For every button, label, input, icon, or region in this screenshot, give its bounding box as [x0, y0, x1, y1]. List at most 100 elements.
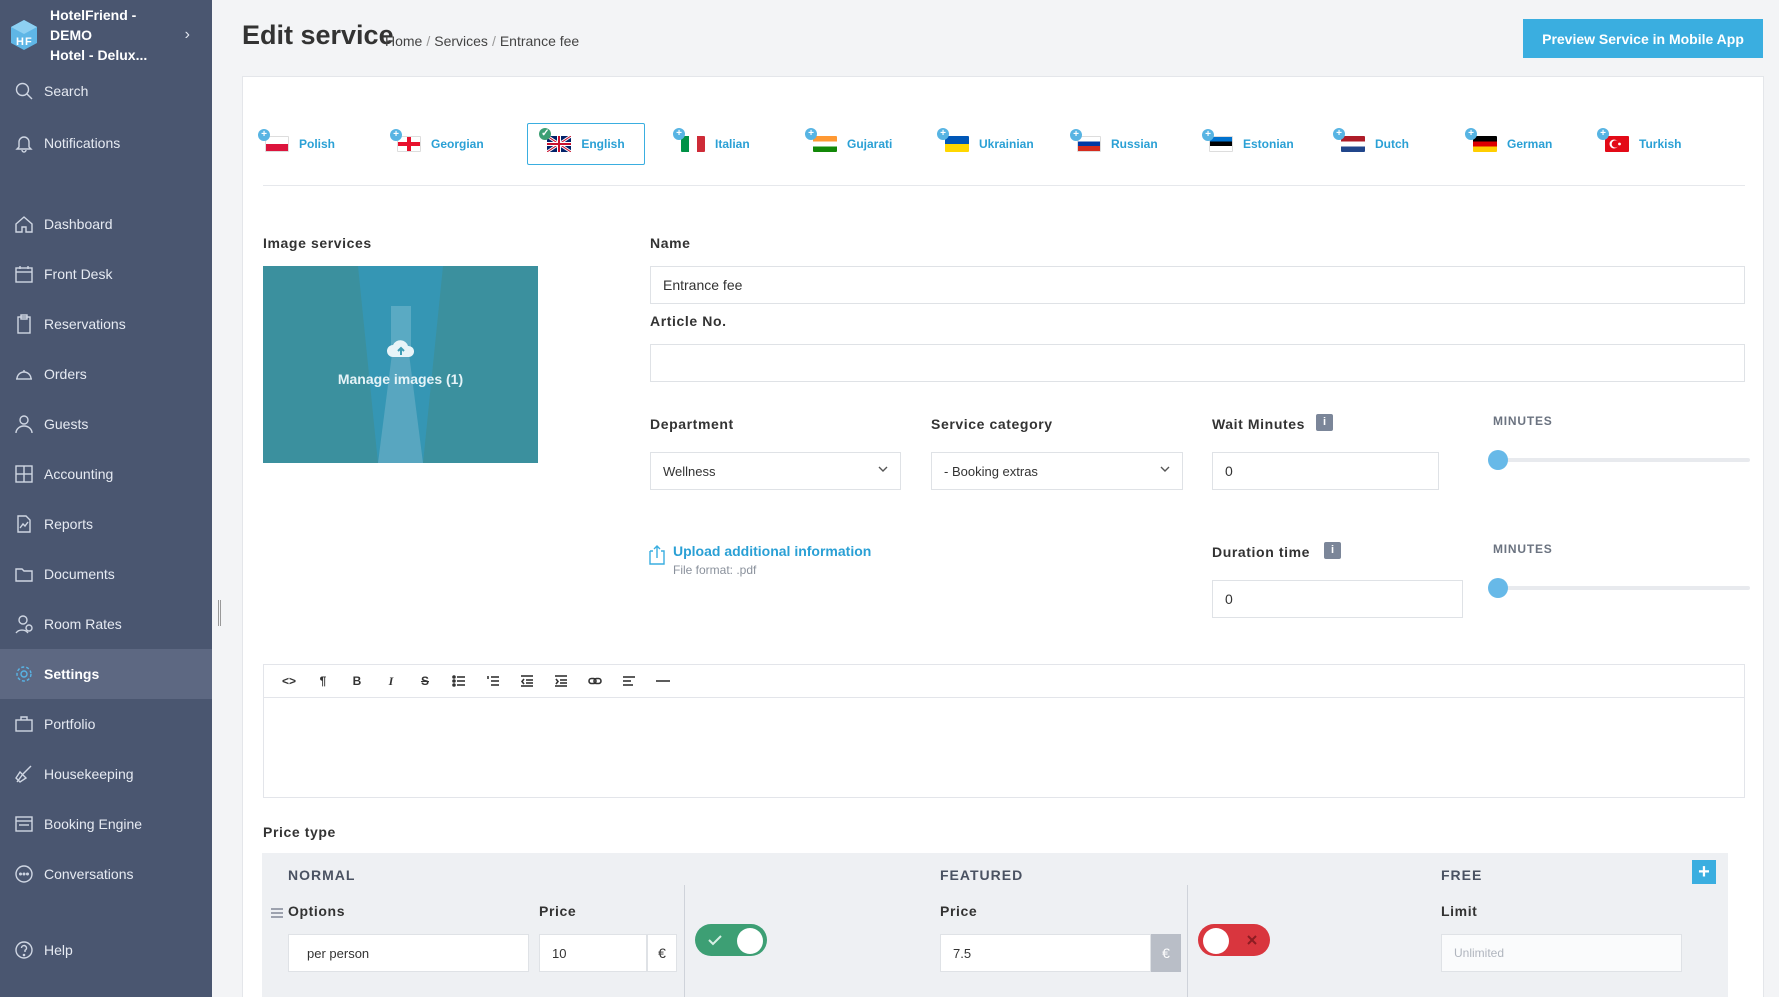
- editor-content-area[interactable]: [264, 698, 1744, 797]
- flag-uk-icon: ✓: [539, 128, 572, 152]
- align-button[interactable]: [612, 669, 646, 693]
- sidebar-item-dashboard[interactable]: Dashboard: [0, 199, 212, 249]
- italic-button[interactable]: I: [374, 669, 408, 693]
- chevron-down-icon: [1160, 466, 1170, 472]
- department-select[interactable]: Wellness: [650, 452, 901, 490]
- tab-label: English: [581, 137, 625, 151]
- horizontal-rule-button[interactable]: [646, 669, 680, 693]
- numbered-list-button[interactable]: [476, 669, 510, 693]
- limit-input[interactable]: Unlimited: [1441, 934, 1682, 972]
- sidebar-item-housekeeping[interactable]: Housekeeping: [0, 749, 212, 799]
- sidebar-item-accounting[interactable]: Accounting: [0, 449, 212, 499]
- svg-text:H: H: [16, 36, 24, 48]
- upload-additional-info-link[interactable]: Upload additional information: [673, 543, 871, 559]
- tab-lang-russian[interactable]: + Russian: [1070, 123, 1158, 165]
- name-label: Name: [650, 235, 691, 251]
- sidebar-item-portfolio[interactable]: Portfolio: [0, 699, 212, 749]
- tab-lang-georgian[interactable]: + Georgian: [390, 123, 484, 165]
- sidebar-item-guests[interactable]: Guests: [0, 399, 212, 449]
- add-badge-icon: +: [1333, 128, 1345, 140]
- info-icon[interactable]: i: [1316, 414, 1333, 431]
- sidebar-item-reservations[interactable]: Reservations: [0, 299, 212, 349]
- limit-label: Limit: [1441, 903, 1478, 919]
- strikethrough-button[interactable]: S: [408, 669, 442, 693]
- toggle-knob: [737, 928, 763, 954]
- hotel-switcher[interactable]: H F HotelFriend - DEMO Hotel - Delux... …: [0, 0, 212, 70]
- service-category-value: - Booking extras: [944, 463, 1038, 479]
- sidebar-item-booking-engine[interactable]: Booking Engine: [0, 799, 212, 849]
- paragraph-button[interactable]: ¶: [306, 669, 340, 693]
- drag-handle-icon[interactable]: [271, 908, 283, 918]
- tab-lang-estonian[interactable]: + Estonian: [1202, 123, 1294, 165]
- tab-lang-polish[interactable]: + Polish: [258, 123, 336, 165]
- tab-label: Georgian: [431, 137, 484, 151]
- preview-mobile-app-button[interactable]: Preview Service in Mobile App: [1523, 19, 1763, 58]
- sidebar-item-label: Portfolio: [44, 716, 96, 732]
- flag-ukraine-icon: +: [937, 128, 969, 152]
- tab-lang-italian[interactable]: + Italian: [673, 123, 750, 165]
- sidebar-item-conversations[interactable]: Conversations: [0, 849, 212, 899]
- indent-button[interactable]: [544, 669, 578, 693]
- tab-lang-turkish[interactable]: + Turkish: [1597, 123, 1682, 165]
- bullet-list-button[interactable]: [442, 669, 476, 693]
- breadcrumb-services[interactable]: Services: [434, 33, 488, 49]
- normal-price-toggle[interactable]: [695, 924, 767, 956]
- cloud-upload-icon: [387, 340, 415, 357]
- bold-button[interactable]: B: [340, 669, 374, 693]
- code-view-button[interactable]: <>: [272, 669, 306, 693]
- flag-turkey-icon: +: [1597, 128, 1629, 152]
- manage-images-button[interactable]: Manage images (1): [263, 266, 538, 463]
- duration-time-label: Duration time: [1212, 544, 1311, 560]
- wait-minutes-input[interactable]: 0: [1212, 452, 1439, 490]
- add-badge-icon: +: [673, 128, 685, 140]
- add-badge-icon: +: [390, 129, 402, 141]
- sidebar-item-reports[interactable]: Reports: [0, 499, 212, 549]
- sidebar-item-notifications[interactable]: Notifications: [0, 118, 212, 168]
- duration-time-input[interactable]: 0: [1212, 580, 1463, 618]
- sidebar-item-documents[interactable]: Documents: [0, 549, 212, 599]
- info-icon[interactable]: i: [1324, 542, 1341, 559]
- tab-lang-dutch[interactable]: + Dutch: [1333, 123, 1409, 165]
- options-label: Options: [288, 903, 346, 919]
- sidebar-item-front-desk[interactable]: Front Desk: [0, 249, 212, 299]
- options-input[interactable]: per person: [288, 934, 529, 972]
- sidebar-item-label: Orders: [44, 366, 87, 382]
- featured-price-toggle[interactable]: [1198, 924, 1270, 956]
- duration-slider-track[interactable]: [1498, 586, 1750, 590]
- sidebar-item-label: Housekeeping: [44, 766, 134, 782]
- link-button[interactable]: [578, 669, 612, 693]
- tab-label: Turkish: [1639, 137, 1682, 151]
- upload-file-icon: [649, 545, 665, 565]
- tab-lang-english[interactable]: ✓ English: [527, 123, 645, 165]
- sidebar-item-label: Dashboard: [44, 216, 113, 232]
- tab-lang-german[interactable]: + German: [1465, 123, 1552, 165]
- wait-minutes-unit-label: MINUTES: [1493, 414, 1553, 428]
- sidebar-item-settings[interactable]: Settings: [0, 649, 212, 699]
- service-category-select[interactable]: - Booking extras: [931, 452, 1183, 490]
- article-no-input[interactable]: [650, 344, 1745, 382]
- chevron-right-icon: ›: [184, 26, 190, 43]
- tab-lang-ukrainian[interactable]: + Ukrainian: [937, 123, 1034, 165]
- sidebar-resize-handle[interactable]: [218, 600, 221, 626]
- tab-lang-gujarati[interactable]: + Gujarati: [805, 123, 892, 165]
- sidebar-item-room-rates[interactable]: Room Rates: [0, 599, 212, 649]
- featured-price-input[interactable]: 7.5: [940, 934, 1151, 972]
- normal-price-input[interactable]: 10: [539, 934, 647, 972]
- wait-minutes-slider-track[interactable]: [1498, 458, 1750, 462]
- tab-label: Polish: [299, 137, 336, 151]
- sidebar-item-help[interactable]: Help: [0, 925, 212, 975]
- sidebar-item-orders[interactable]: Orders: [0, 349, 212, 399]
- tab-label: Dutch: [1375, 137, 1409, 151]
- duration-slider-handle[interactable]: [1488, 578, 1508, 598]
- sidebar-item-search[interactable]: Search: [0, 66, 212, 116]
- wait-minutes-slider-handle[interactable]: [1488, 450, 1508, 470]
- breadcrumb-current: Entrance fee: [499, 33, 580, 49]
- add-price-option-button[interactable]: +: [1692, 860, 1716, 884]
- outdent-button[interactable]: [510, 669, 544, 693]
- breadcrumb-home[interactable]: Home: [385, 33, 422, 49]
- toggle-knob: [1203, 928, 1229, 954]
- booking-engine-icon: [14, 814, 34, 834]
- name-input[interactable]: Entrance fee: [650, 266, 1745, 304]
- add-badge-icon: +: [1465, 128, 1477, 140]
- cloche-icon: [14, 364, 34, 384]
